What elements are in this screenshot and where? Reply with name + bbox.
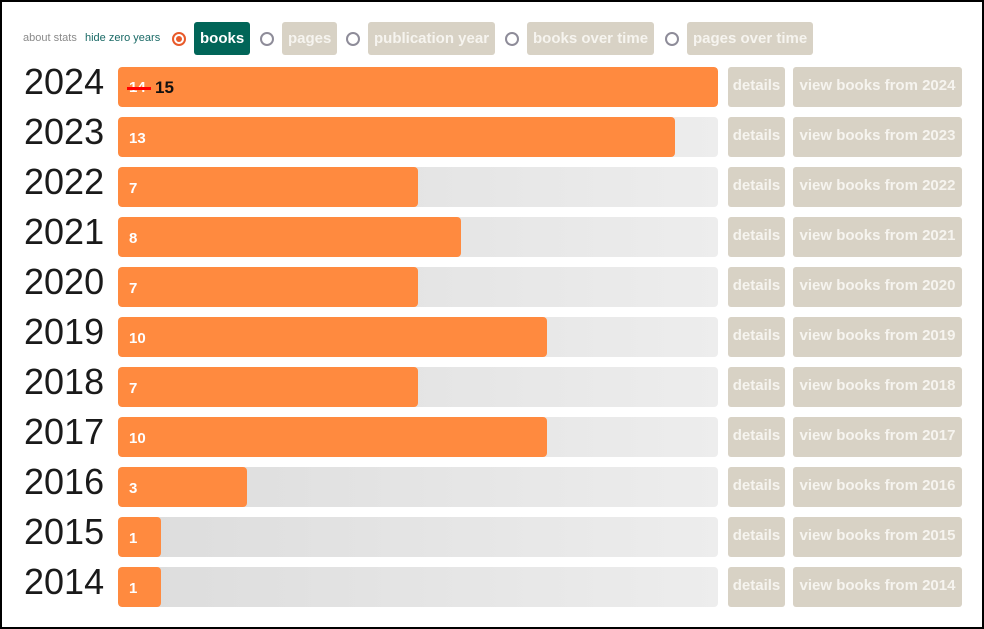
bar-track: 10 bbox=[118, 417, 718, 457]
year-row: 2021 8 details view books from 2021 bbox=[2, 211, 982, 257]
bar-value-label: 3 bbox=[129, 480, 138, 497]
details-button[interactable]: details bbox=[728, 317, 785, 357]
view-books-button[interactable]: view books from 2023 bbox=[793, 117, 962, 157]
option-books[interactable]: books bbox=[172, 22, 251, 55]
bar-value-label: 15 bbox=[155, 78, 174, 97]
details-button[interactable]: details bbox=[728, 267, 785, 307]
option-publication-year[interactable]: publication year bbox=[346, 22, 496, 55]
year-row: 2023 13 details view books from 2023 bbox=[2, 111, 982, 157]
radio-icon[interactable] bbox=[665, 31, 679, 46]
year-row: 2020 7 details view books from 2020 bbox=[2, 261, 982, 307]
details-button[interactable]: details bbox=[728, 567, 785, 607]
about-stats-link[interactable]: about stats bbox=[23, 32, 77, 44]
tab-books-over-time[interactable]: books over time bbox=[527, 22, 655, 55]
year-row: 2024 1415detailsview books from 2024 bbox=[2, 61, 982, 107]
radio-selected-icon[interactable] bbox=[172, 31, 186, 46]
bar-2019 bbox=[118, 317, 547, 357]
tab-pages[interactable]: pages bbox=[282, 22, 338, 55]
bar-track: 7 bbox=[118, 367, 718, 407]
bar-value-label: 7 bbox=[129, 280, 138, 297]
view-books-button[interactable]: view books from 2018 bbox=[793, 367, 962, 407]
bar-track: 3 bbox=[118, 467, 718, 507]
bar-track: 7 bbox=[118, 167, 718, 207]
year-label: 2019 bbox=[24, 311, 105, 352]
bar-value-label: 10 bbox=[129, 330, 146, 347]
year-label: 2022 bbox=[24, 161, 105, 202]
hide-zero-years-link[interactable]: hide zero years bbox=[85, 32, 160, 44]
details-button[interactable]: details bbox=[728, 517, 785, 557]
bar-track: 13 bbox=[118, 117, 718, 157]
bar-track: 1415 bbox=[118, 67, 718, 107]
details-button[interactable]: details bbox=[728, 117, 785, 157]
radio-icon[interactable] bbox=[505, 31, 519, 46]
bar-track: 1 bbox=[118, 517, 718, 557]
radio-icon[interactable] bbox=[260, 31, 274, 46]
bar-value-label: 7 bbox=[129, 180, 138, 197]
stats-toolbar: about stats hide zero years books pages … bbox=[2, 2, 982, 62]
option-pages-over-time[interactable]: pages over time bbox=[665, 22, 814, 55]
year-label: 2021 bbox=[24, 211, 105, 252]
bar-track: 1 bbox=[118, 567, 718, 607]
view-books-button[interactable]: view books from 2015 bbox=[793, 517, 962, 557]
bar-2024 bbox=[118, 67, 718, 107]
bar-value-label: 13 bbox=[129, 130, 146, 147]
year-label: 2016 bbox=[24, 461, 105, 502]
bar-2014 bbox=[118, 567, 161, 607]
bar-track: 10 bbox=[118, 317, 718, 357]
radio-icon[interactable] bbox=[346, 31, 360, 46]
view-books-button[interactable]: view books from 2020 bbox=[793, 267, 962, 307]
view-books-button[interactable]: view books from 2024 bbox=[793, 67, 962, 107]
year-row: 2019 10 details view books from 2019 bbox=[2, 311, 982, 357]
year-row: 2017 10 details view books from 2017 bbox=[2, 411, 982, 457]
bar-track: 7 bbox=[118, 267, 718, 307]
year-row: 2018 7 details view books from 2018 bbox=[2, 361, 982, 407]
tab-pages-over-time[interactable]: pages over time bbox=[687, 22, 814, 55]
view-books-button[interactable]: view books from 2017 bbox=[793, 417, 962, 457]
view-books-button[interactable]: view books from 2014 bbox=[793, 567, 962, 607]
year-label: 2017 bbox=[24, 411, 105, 452]
strikethrough-line bbox=[127, 87, 151, 90]
year-row: 2022 7 details view books from 2022 bbox=[2, 161, 982, 207]
bar-2016 bbox=[118, 467, 247, 507]
details-button[interactable]: details bbox=[728, 167, 785, 207]
tab-publication-year[interactable]: publication year bbox=[368, 22, 496, 55]
year-label: 2014 bbox=[24, 561, 105, 602]
bar-value-label: 10 bbox=[129, 430, 146, 447]
bar-value-label: 1 bbox=[129, 580, 138, 597]
option-pages[interactable]: pages bbox=[260, 22, 338, 55]
bar-value-label: 1 bbox=[129, 530, 138, 547]
view-books-button[interactable]: view books from 2021 bbox=[793, 217, 962, 257]
view-books-button[interactable]: view books from 2016 bbox=[793, 467, 962, 507]
year-row: 2014 1 details view books from 2014 bbox=[2, 561, 982, 607]
bar-2015 bbox=[118, 517, 161, 557]
stats-page: about stats hide zero years books pages … bbox=[2, 2, 982, 627]
bar-2021 bbox=[118, 217, 461, 257]
bar-2020 bbox=[118, 267, 418, 307]
year-label: 2023 bbox=[24, 111, 105, 152]
year-label: 2018 bbox=[24, 361, 105, 402]
year-label: 2015 bbox=[24, 511, 105, 552]
bar-2022 bbox=[118, 167, 418, 207]
tab-books[interactable]: books bbox=[194, 22, 251, 55]
year-row: 2015 1 details view books from 2015 bbox=[2, 511, 982, 557]
bar-track: 8 bbox=[118, 217, 718, 257]
bar-2018 bbox=[118, 367, 418, 407]
details-button[interactable]: details bbox=[728, 417, 785, 457]
bar-2017 bbox=[118, 417, 547, 457]
year-label: 2020 bbox=[24, 261, 105, 302]
view-books-button[interactable]: view books from 2022 bbox=[793, 167, 962, 207]
bar-2023 bbox=[118, 117, 675, 157]
option-books-over-time[interactable]: books over time bbox=[505, 22, 655, 55]
bar-value-label: 7 bbox=[129, 380, 138, 397]
bar-value-label: 8 bbox=[129, 230, 138, 247]
details-button[interactable]: details bbox=[728, 67, 785, 107]
year-label: 2024 bbox=[24, 61, 105, 102]
details-button[interactable]: details bbox=[728, 367, 785, 407]
year-row: 2016 3 details view books from 2016 bbox=[2, 461, 982, 507]
details-button[interactable]: details bbox=[728, 217, 785, 257]
view-books-button[interactable]: view books from 2019 bbox=[793, 317, 962, 357]
details-button[interactable]: details bbox=[728, 467, 785, 507]
